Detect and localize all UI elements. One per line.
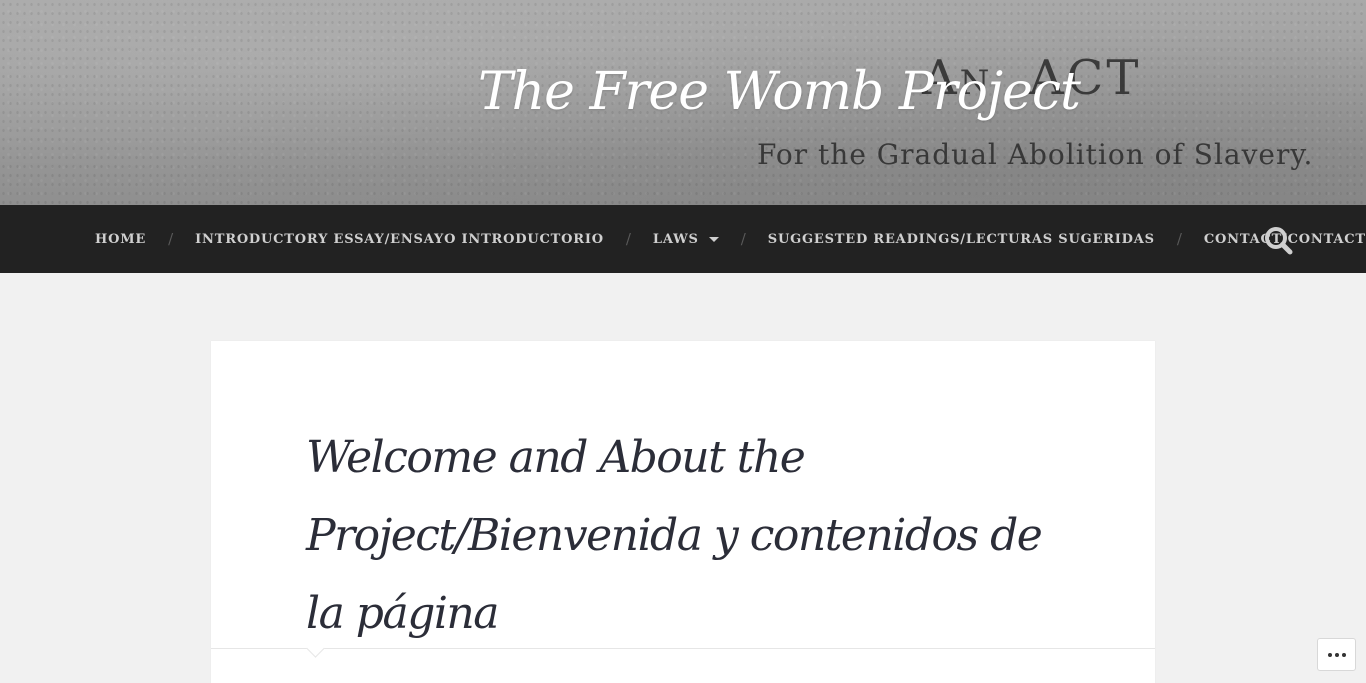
- nav-item-suggested-readings[interactable]: SUGGESTED READINGS/LECTURAS SUGERIDAS: [768, 232, 1155, 247]
- site-title-link[interactable]: The Free Womb Project: [478, 62, 1081, 122]
- header-banner: AN ACT For the Gradual Abolition of Slav…: [0, 0, 1366, 205]
- post-title[interactable]: Welcome and About the Project/Bienvenida…: [306, 419, 1086, 653]
- main-navigation: HOME / INTRODUCTORY ESSAY/ENSAYO INTRODU…: [0, 205, 1366, 273]
- nav-separator: /: [625, 230, 631, 248]
- nav-item-laws[interactable]: LAWS: [653, 232, 719, 247]
- post-card: Welcome and About the Project/Bienvenida…: [211, 341, 1155, 683]
- card-divider: [211, 648, 1155, 649]
- nav-item-label: SUGGESTED READINGS/LECTURAS SUGERIDAS: [767, 231, 1155, 247]
- more-dots-icon: [1327, 652, 1346, 657]
- nav-item-label: INTRODUCTORY ESSAY/ENSAYO INTRODUCTORIO: [195, 231, 604, 247]
- nav-item-label: LAWS: [652, 231, 699, 247]
- chevron-down-icon: [708, 236, 719, 242]
- nav-item-home[interactable]: HOME: [95, 232, 146, 247]
- nav-separator: /: [740, 230, 746, 248]
- search-button[interactable]: [1264, 226, 1294, 256]
- banner-subtitle-text: For the Gradual Abolition of Slavery.: [757, 138, 1314, 171]
- nav-item-label: HOME: [95, 231, 147, 247]
- search-icon: [1265, 227, 1293, 255]
- nav-item-introductory-essay[interactable]: INTRODUCTORY ESSAY/ENSAYO INTRODUCTORIO: [195, 232, 604, 247]
- nav-menu: HOME / INTRODUCTORY ESSAY/ENSAYO INTRODU…: [95, 205, 1366, 273]
- more-actions-button[interactable]: [1317, 638, 1356, 671]
- nav-separator: /: [1176, 230, 1182, 248]
- nav-separator: /: [168, 230, 174, 248]
